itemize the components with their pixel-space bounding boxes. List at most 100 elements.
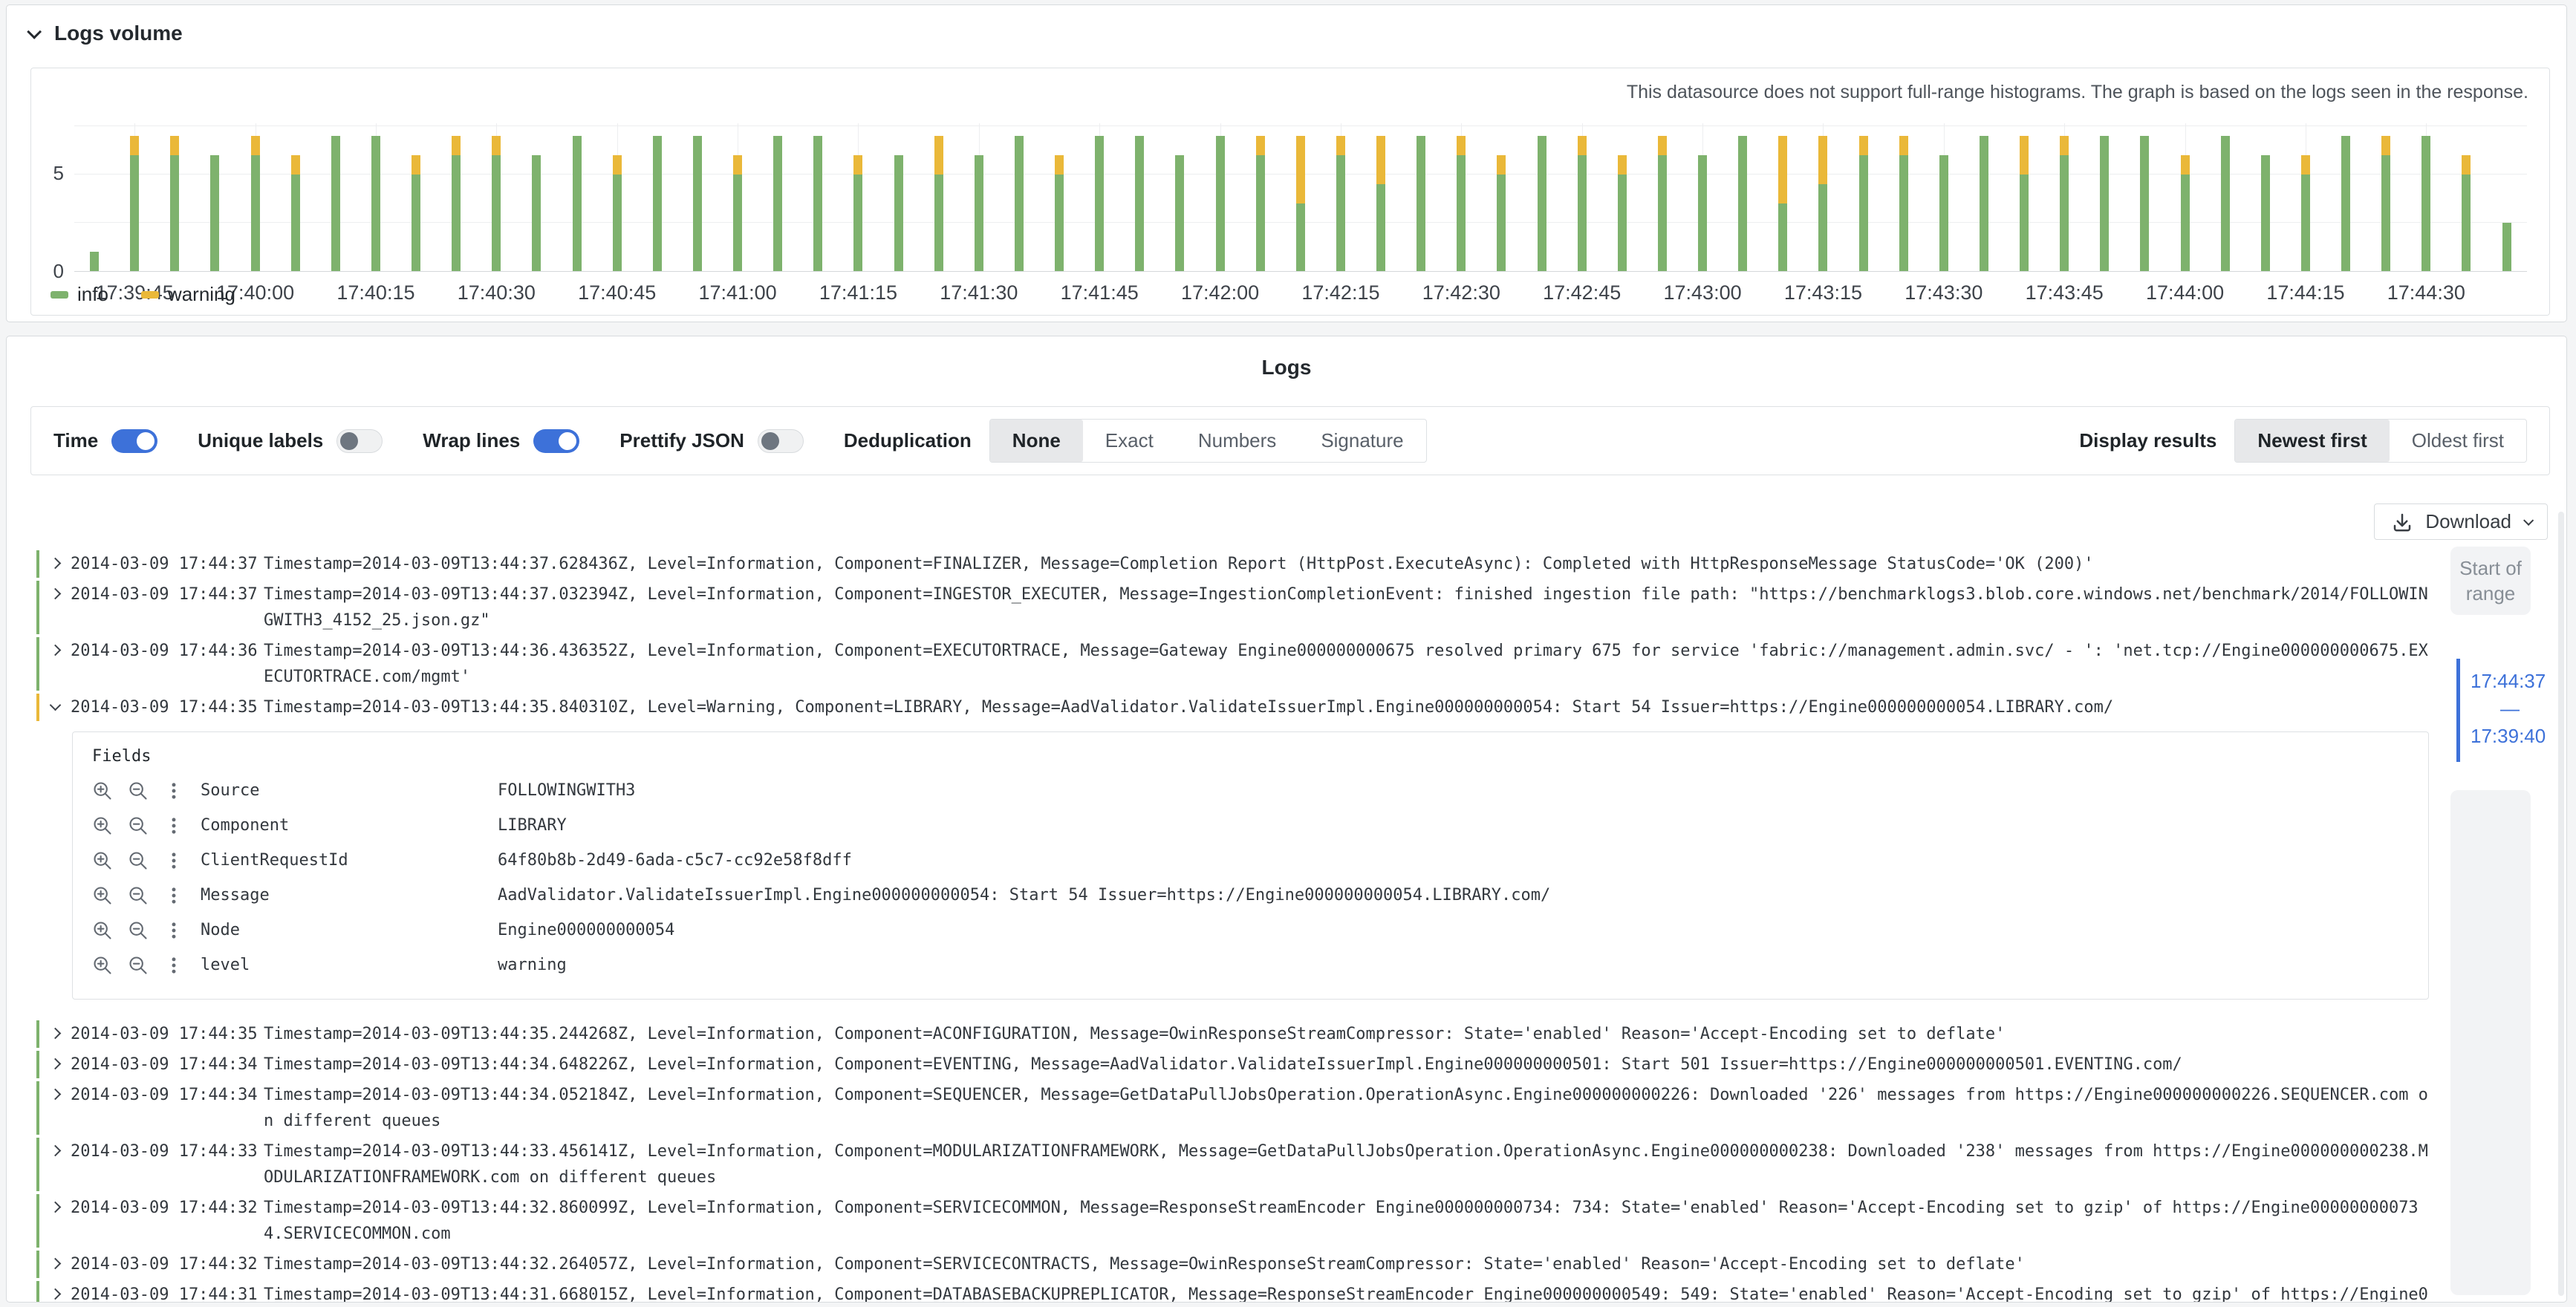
bar-slot (1602, 123, 1642, 271)
magnifier-minus-icon[interactable] (128, 885, 149, 906)
chevron-right-icon[interactable] (48, 1282, 71, 1303)
log-row[interactable]: 2014-03-09 17:44:33Timestamp=2014-03-09T… (36, 1138, 2429, 1191)
log-message: Timestamp=2014-03-09T13:44:35.244268Z, L… (264, 1021, 2429, 1047)
stacked-bar (653, 136, 662, 271)
stacked-bar (2381, 136, 2390, 271)
log-timestamp: 2014-03-09 17:44:34 (71, 1082, 258, 1134)
chevron-right-icon[interactable] (48, 1138, 71, 1190)
info-bar-segment (853, 175, 862, 271)
logs-volume-plot: 5 0 17:39:4517:40:0017:40:1517:40:3017:4… (74, 123, 2527, 272)
log-row[interactable]: 2014-03-09 17:44:35Timestamp=2014-03-09T… (36, 694, 2429, 721)
deduplication-group: NoneExactNumbersSignature (989, 419, 1427, 463)
x-axis-tick: 17:43:30 (1905, 281, 1983, 304)
log-row[interactable]: 2014-03-09 17:44:32Timestamp=2014-03-09T… (36, 1251, 2429, 1278)
display-results-group: Newest firstOldest first (2234, 419, 2527, 463)
log-row[interactable]: 2014-03-09 17:44:37Timestamp=2014-03-09T… (36, 581, 2429, 634)
log-row[interactable]: 2014-03-09 17:44:34Timestamp=2014-03-09T… (36, 1081, 2429, 1135)
stacked-bar (1457, 136, 1466, 271)
magnifier-minus-icon[interactable] (128, 955, 149, 976)
dedup-option-signature[interactable]: Signature (1298, 420, 1425, 462)
display-option-oldest-first[interactable]: Oldest first (2390, 420, 2526, 462)
stacked-bar (90, 252, 99, 271)
bar-slot (1522, 123, 1562, 271)
chevron-right-icon[interactable] (48, 1052, 71, 1078)
magnifier-plus-icon[interactable] (92, 850, 113, 871)
toggle-switch[interactable] (758, 429, 804, 453)
warning-bar-segment (2060, 136, 2069, 155)
toggle-knob (137, 432, 155, 450)
magnifier-minus-icon[interactable] (128, 920, 149, 941)
kebab-icon[interactable] (163, 850, 184, 871)
chevron-right-icon[interactable] (48, 1021, 71, 1047)
magnifier-minus-icon[interactable] (128, 815, 149, 836)
info-bar-segment (1376, 184, 1385, 271)
bar-slot (2446, 123, 2486, 271)
magnifier-plus-icon[interactable] (92, 885, 113, 906)
logs-controls-bar: TimeUnique labelsWrap linesPrettify JSON… (30, 406, 2550, 475)
stacked-bar (1216, 136, 1225, 271)
info-bar-segment (1015, 136, 1024, 271)
bar-slot (276, 123, 316, 271)
log-row[interactable]: 2014-03-09 17:44:35Timestamp=2014-03-09T… (36, 1020, 2429, 1048)
magnifier-plus-icon[interactable] (92, 920, 113, 941)
bar-slot: 17:43:45 (2044, 123, 2084, 271)
log-row[interactable]: 2014-03-09 17:44:36Timestamp=2014-03-09T… (36, 637, 2429, 691)
log-message: Timestamp=2014-03-09T13:44:31.668015Z, L… (264, 1282, 2429, 1303)
chevron-right-icon[interactable] (48, 1082, 71, 1134)
magnifier-plus-icon[interactable] (92, 815, 113, 836)
stacked-bar (1055, 155, 1064, 271)
dedup-option-numbers[interactable]: Numbers (1176, 420, 1298, 462)
stacked-bar (412, 155, 420, 271)
chevron-down-icon[interactable] (27, 25, 42, 39)
chevron-right-icon[interactable] (48, 638, 71, 690)
log-row[interactable]: 2014-03-09 17:44:34Timestamp=2014-03-09T… (36, 1051, 2429, 1078)
log-nav-start-of-range[interactable]: Start of range (2450, 547, 2531, 615)
stacked-bar (2421, 136, 2430, 271)
toggle-switch[interactable] (533, 429, 579, 453)
log-row[interactable]: 2014-03-09 17:44:37Timestamp=2014-03-09T… (36, 550, 2429, 578)
download-button[interactable]: Download (2374, 503, 2548, 540)
log-row[interactable]: 2014-03-09 17:44:32Timestamp=2014-03-09T… (36, 1194, 2429, 1248)
dedup-option-exact[interactable]: Exact (1083, 420, 1176, 462)
magnifier-plus-icon[interactable] (92, 955, 113, 976)
warning-bar-segment (1256, 136, 1265, 155)
warning-bar-segment (1055, 155, 1064, 175)
display-option-newest-first[interactable]: Newest first (2235, 420, 2389, 462)
kebab-icon[interactable] (163, 885, 184, 906)
kebab-icon[interactable] (163, 815, 184, 836)
magnifier-plus-icon[interactable] (92, 780, 113, 801)
bar-slot (1844, 123, 1884, 271)
kebab-icon[interactable] (163, 780, 184, 801)
legend-item-info[interactable]: info (51, 283, 108, 306)
dedup-option-none[interactable]: None (990, 420, 1083, 462)
kebab-icon[interactable] (163, 955, 184, 976)
kebab-icon[interactable] (163, 920, 184, 941)
toggle-switch[interactable] (336, 429, 383, 453)
log-nav-older-chunk[interactable] (2450, 790, 2531, 1295)
magnifier-minus-icon[interactable] (128, 850, 149, 871)
chevron-right-icon[interactable] (48, 1251, 71, 1277)
warning-bar-segment (1899, 136, 1908, 155)
bar-slot: 17:42:30 (1441, 123, 1481, 271)
info-bar-segment (331, 136, 340, 271)
bar-slot (1039, 123, 1079, 271)
info-bar-segment (934, 175, 943, 271)
chevron-right-icon[interactable] (48, 581, 71, 633)
logs-volume-header[interactable]: Logs volume (7, 5, 2566, 45)
warning-bar-segment (613, 155, 622, 175)
info-bar-segment (2060, 155, 2069, 271)
chevron-right-icon[interactable] (48, 551, 71, 577)
chevron-right-icon[interactable] (48, 1195, 71, 1247)
scrollbar[interactable] (2558, 512, 2564, 1296)
warning-bar-segment (1578, 136, 1587, 155)
toggle-switch[interactable] (111, 429, 157, 453)
bar-slot (516, 123, 556, 271)
magnifier-minus-icon[interactable] (128, 780, 149, 801)
legend-item-warning[interactable]: warning (141, 283, 235, 306)
bar-slot (999, 123, 1039, 271)
log-nav-current-range[interactable]: 17:44:37 — 17:39:40 (2456, 659, 2553, 762)
chevron-down-icon[interactable] (48, 694, 71, 720)
log-row[interactable]: 2014-03-09 17:44:31Timestamp=2014-03-09T… (36, 1281, 2429, 1303)
bar-slot (677, 123, 718, 271)
bar-slot (1281, 123, 1321, 271)
